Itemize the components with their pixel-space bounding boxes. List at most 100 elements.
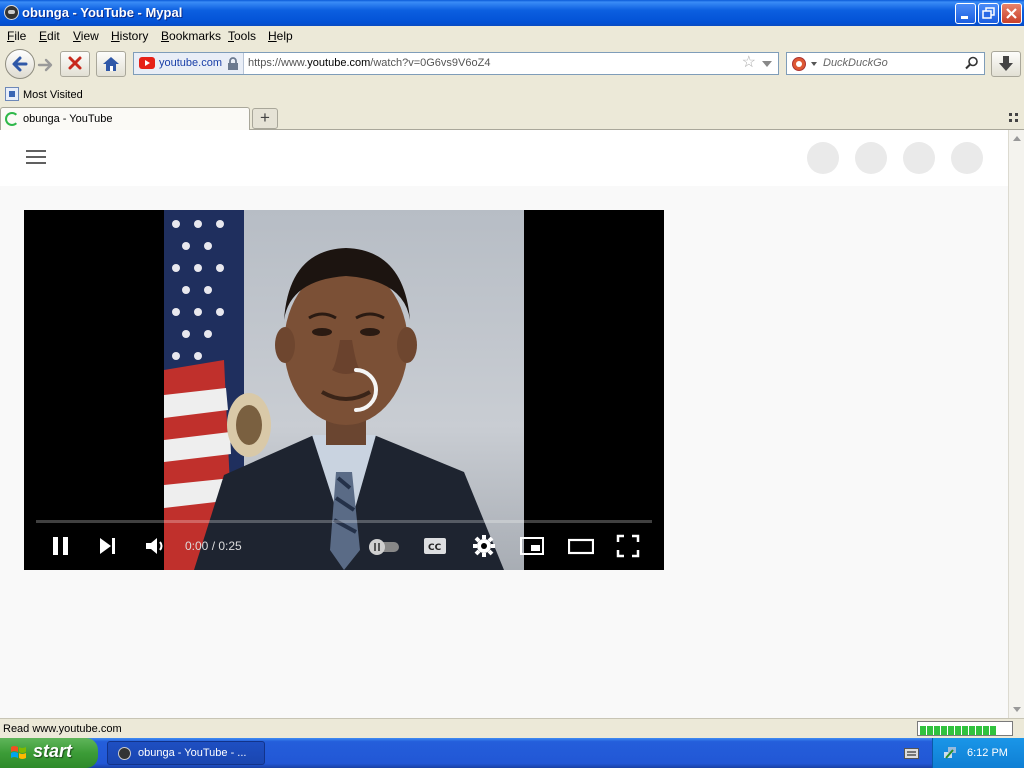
menu-bookmarks[interactable]: Bookmarks xyxy=(161,29,221,43)
menu-view[interactable]: View xyxy=(73,29,99,43)
search-placeholder: DuckDuckGo xyxy=(823,57,888,69)
menu-history[interactable]: History xyxy=(111,29,148,43)
home-icon xyxy=(103,57,119,71)
forward-arrow-icon xyxy=(37,58,53,72)
minimize-icon xyxy=(961,16,968,19)
close-window-button[interactable] xyxy=(1001,3,1022,24)
most-visited-folder-icon xyxy=(5,87,19,101)
tab-obunga-youtube[interactable]: obunga - YouTube xyxy=(0,107,250,130)
stop-button[interactable] xyxy=(60,51,90,77)
progress-segment xyxy=(983,726,989,735)
forward-button[interactable] xyxy=(36,57,54,73)
lock-icon xyxy=(228,57,238,70)
most-visited-bookmark[interactable]: Most Visited xyxy=(23,89,83,101)
browser-window: obunga - YouTube - Mypal File Edit View … xyxy=(0,0,1024,738)
windows-logo-icon xyxy=(11,746,26,759)
progress-segment xyxy=(976,726,982,735)
menu-edit[interactable]: Edit xyxy=(39,29,60,43)
start-button[interactable]: start xyxy=(0,738,98,768)
window-title: obunga - YouTube - Mypal xyxy=(22,5,183,20)
progress-segment xyxy=(927,726,933,735)
taskbar-clock: 6:12 PM xyxy=(967,747,1008,759)
subtitles-cc-button[interactable]: CC xyxy=(423,534,447,558)
progress-segment xyxy=(934,726,940,735)
settings-gear-icon[interactable] xyxy=(472,534,496,558)
theater-mode-button[interactable] xyxy=(568,534,594,558)
duckduckgo-icon[interactable] xyxy=(792,57,806,71)
menu-bar: File Edit View History Bookmarks Tools H… xyxy=(0,26,1024,46)
url-text[interactable]: https://www.youtube.com/watch?v=0G6vs9V6… xyxy=(248,57,490,69)
search-icon[interactable] xyxy=(965,56,979,70)
progress-segment xyxy=(962,726,968,735)
next-video-button[interactable] xyxy=(96,534,120,558)
progress-segment xyxy=(990,726,996,735)
video-progress-bar[interactable] xyxy=(36,520,652,523)
network-connection-icon[interactable] xyxy=(943,746,957,760)
minimize-button[interactable] xyxy=(955,3,976,24)
home-button[interactable] xyxy=(96,51,126,77)
youtube-masthead xyxy=(0,130,1008,186)
restore-button[interactable] xyxy=(978,3,999,24)
taskbar-item-mypal[interactable]: obunga - YouTube - ... xyxy=(107,741,265,765)
url-bar[interactable]: youtube.com https://www.youtube.com/watc… xyxy=(133,52,779,75)
pause-button[interactable] xyxy=(50,534,74,558)
page-content: 0:00 / 0:25 CC xyxy=(0,130,1008,718)
windows-taskbar: start obunga - YouTube - ... 6:12 PM xyxy=(0,738,1024,768)
search-engine-dropdown-icon[interactable] xyxy=(811,62,817,66)
loading-spinner-icon xyxy=(5,112,19,126)
fullscreen-button[interactable] xyxy=(616,534,640,558)
miniplayer-button[interactable] xyxy=(520,534,544,558)
menu-help[interactable]: Help xyxy=(268,29,293,43)
tab-label: obunga - YouTube xyxy=(23,113,113,125)
mypal-app-icon xyxy=(118,747,131,760)
autoplay-toggle[interactable] xyxy=(367,534,401,558)
youtube-favicon-icon xyxy=(139,57,155,69)
mypal-app-icon[interactable] xyxy=(4,5,19,20)
progress-segment xyxy=(941,726,947,735)
video-player[interactable]: 0:00 / 0:25 CC xyxy=(24,210,664,570)
progress-segment xyxy=(920,726,926,735)
list-all-tabs-icon[interactable] xyxy=(1009,113,1019,123)
progress-segment xyxy=(969,726,975,735)
keyboard-layout-icon[interactable] xyxy=(904,747,919,759)
stop-x-icon xyxy=(68,56,82,70)
title-bar[interactable]: obunga - YouTube - Mypal xyxy=(0,0,1024,26)
menu-tools[interactable]: Tools xyxy=(228,29,256,43)
bookmark-star-icon[interactable]: ☆ xyxy=(742,55,756,71)
time-display: 0:00 / 0:25 xyxy=(185,539,242,553)
search-bar[interactable]: DuckDuckGo xyxy=(786,52,985,75)
scroll-up-arrow-icon[interactable] xyxy=(1013,136,1021,141)
download-arrow-icon xyxy=(999,56,1013,71)
guide-menu-icon[interactable] xyxy=(26,150,46,168)
vertical-scrollbar[interactable] xyxy=(1008,130,1024,718)
tab-strip: obunga - YouTube + xyxy=(0,106,1024,130)
navigation-toolbar: youtube.com https://www.youtube.com/watc… xyxy=(0,46,1024,82)
restore-icon xyxy=(982,7,995,19)
system-tray: 6:12 PM xyxy=(932,738,1024,768)
back-button[interactable] xyxy=(5,49,35,79)
downloads-button[interactable] xyxy=(991,51,1021,77)
masthead-placeholder-icon xyxy=(951,142,983,174)
url-history-dropdown-icon[interactable] xyxy=(762,61,772,67)
identity-domain: youtube.com xyxy=(159,57,222,69)
loading-spinner-icon xyxy=(354,368,378,412)
scroll-down-arrow-icon[interactable] xyxy=(1013,707,1021,712)
masthead-placeholder-icon xyxy=(903,142,935,174)
masthead-placeholder-icon xyxy=(807,142,839,174)
menu-file[interactable]: File xyxy=(7,29,26,43)
new-tab-button[interactable]: + xyxy=(252,108,278,129)
volume-button[interactable] xyxy=(143,534,167,558)
close-icon xyxy=(1006,8,1017,19)
site-identity-button[interactable]: youtube.com xyxy=(134,53,244,74)
taskbar-item-label: obunga - YouTube - ... xyxy=(138,747,247,759)
status-text: Read www.youtube.com xyxy=(3,723,122,735)
back-arrow-icon xyxy=(12,56,28,72)
progress-segment xyxy=(955,726,961,735)
page-load-progress xyxy=(917,721,1013,736)
status-bar: Read www.youtube.com xyxy=(0,718,1024,738)
bookmarks-toolbar: Most Visited xyxy=(0,84,1024,106)
masthead-placeholder-icon xyxy=(855,142,887,174)
start-label: start xyxy=(33,741,73,761)
progress-segment xyxy=(948,726,954,735)
svg-text:CC: CC xyxy=(428,543,442,553)
